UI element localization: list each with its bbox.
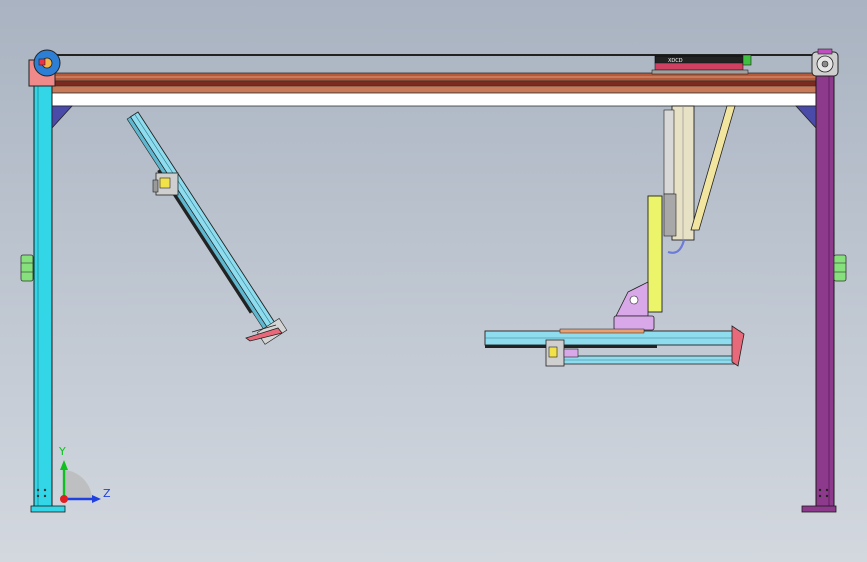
pulley-icon	[33, 49, 61, 77]
right-bracket	[795, 105, 817, 130]
tilted-arm[interactable]	[121, 109, 288, 345]
right-side-pad	[833, 254, 847, 282]
vertical-slide[interactable]	[663, 105, 695, 254]
top-carriage[interactable]: XDCD	[651, 54, 752, 75]
gantry-assembly-drawing[interactable]: XDCD Y Z	[0, 0, 867, 562]
arm-clamp	[152, 172, 179, 196]
horizontal-arm-gripper	[731, 325, 745, 367]
cad-viewport[interactable]: XDCD Y Z	[0, 0, 867, 562]
crossbeam[interactable]	[49, 72, 817, 107]
mount-plate	[647, 195, 663, 313]
right-column[interactable]	[801, 71, 837, 513]
horizontal-arm[interactable]	[484, 328, 741, 365]
coordinate-triad-icon: Y Z	[58, 445, 111, 503]
diagonal-brace	[690, 105, 736, 231]
left-bracket	[51, 105, 73, 130]
triad-z-label: Z	[103, 487, 111, 500]
triad-y-label: Y	[58, 445, 66, 458]
pivot-bracket[interactable]	[613, 281, 655, 331]
gearbox-icon	[811, 48, 839, 77]
left-side-pad	[20, 254, 34, 282]
carriage-label: XDCD	[668, 58, 683, 64]
